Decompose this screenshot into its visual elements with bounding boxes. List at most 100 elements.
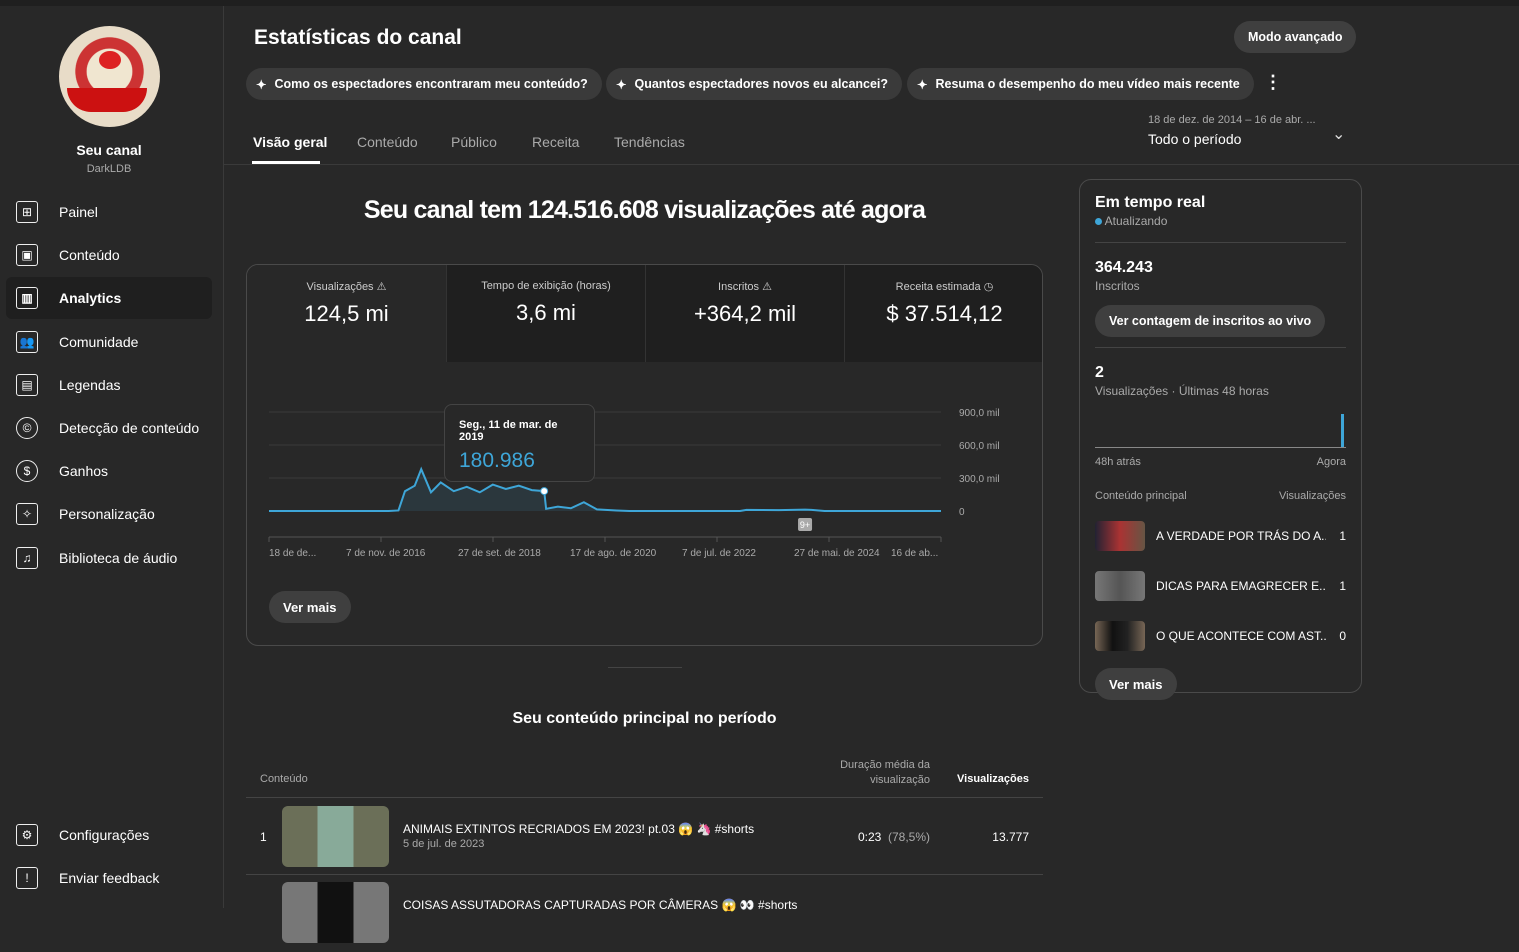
magic-wand-icon: ✧ — [16, 503, 38, 526]
warning-icon: ⚠ — [762, 281, 772, 293]
column-header-duration[interactable]: Duração média da visualização — [830, 758, 930, 788]
video-views: 0 — [1339, 629, 1346, 643]
tab-overview[interactable]: Visão geral — [253, 134, 327, 150]
video-views: 1 — [1339, 579, 1346, 593]
live-subscriber-count-button[interactable]: Ver contagem de inscritos ao vivo — [1095, 305, 1326, 337]
sidebar-item-detec-o-de-conte-do[interactable]: © Detecção de conteúdo — [6, 407, 212, 449]
sidebar-item-ganhos[interactable]: $ Ganhos — [6, 450, 212, 492]
metric-value: 124,5 mi — [304, 301, 389, 326]
realtime-card: Em tempo real Atualizando 364.243 Inscri… — [1079, 179, 1362, 700]
x-tick-label: 16 de ab... — [891, 548, 938, 559]
sparkle-icon: ✦ — [917, 77, 928, 92]
dashboard-icon: ⊞ — [16, 201, 38, 223]
tab-audience[interactable]: Público — [451, 134, 497, 150]
metric-value: 3,6 mi — [516, 300, 576, 325]
video-title: O QUE ACONTECE COM AST... — [1156, 629, 1326, 643]
live-dot-icon — [1095, 218, 1102, 225]
metric-label: Tempo de exibição (horas) — [481, 280, 611, 292]
axis-end-label: Agora — [1316, 456, 1346, 468]
sidebar-item-conte-do[interactable]: ▣ Conteúdo — [6, 234, 212, 276]
y-tick-label: 600,0 mil — [959, 441, 1000, 452]
annotation-badge-label: 9+ — [800, 520, 810, 530]
tab-revenue[interactable]: Receita — [532, 134, 579, 150]
see-more-button[interactable]: Ver mais — [269, 591, 351, 623]
y-tick-label: 0 — [959, 507, 965, 518]
x-tick-label: 17 de ago. de 2020 — [570, 548, 657, 559]
video-thumbnail[interactable] — [282, 882, 389, 943]
views-column-label: Visualizações — [1278, 490, 1346, 502]
tab-trends[interactable]: Tendências — [614, 134, 685, 150]
advanced-mode-button[interactable]: Modo avançado — [1234, 21, 1357, 53]
table-row[interactable]: 1 ANIMAIS EXTINTOS RECRIADOS EM 2023! pt… — [246, 799, 1043, 875]
x-tick-label: 27 de set. de 2018 — [458, 548, 541, 559]
column-header-views[interactable]: Visualizações — [957, 773, 1029, 785]
ask-chip-3[interactable]: ✦ Resuma o desempenho do meu vídeo mais r… — [907, 68, 1254, 100]
sidebar-item-label: Detecção de conteúdo — [59, 420, 200, 436]
date-range-dates: 18 de dez. de 2014 – 16 de abr. ... — [1148, 114, 1316, 126]
warning-icon: ⚠ — [376, 281, 387, 293]
sidebar-item-label: Conteúdo — [59, 247, 120, 264]
sidebar-item-label: Configurações — [59, 827, 150, 843]
realtime-title: Em tempo real — [1095, 194, 1206, 211]
video-title: A VERDADE POR TRÁS DO A... — [1156, 529, 1326, 543]
chip-label: Como os espectadores encontraram meu con… — [274, 77, 588, 91]
ask-chip-2[interactable]: ✦ Quantos espectadores novos eu alcancei? — [606, 68, 903, 100]
sidebar-item-label: Comunidade — [59, 333, 139, 350]
sidebar-item-biblioteca-de-udio[interactable]: ♫ Biblioteca de áudio — [6, 537, 212, 579]
dollar-icon: $ — [16, 460, 38, 483]
channel-avatar[interactable] — [59, 26, 160, 127]
realtime-bar-chart[interactable] — [1095, 398, 1346, 448]
video-thumbnail[interactable] — [282, 806, 389, 867]
views-chart[interactable]: 900,0 mil 600,0 mil 300,0 mil 0 18 de de... 7… — [247, 395, 1043, 605]
hover-point — [540, 487, 549, 496]
table-row[interactable]: COISAS ASSUTADORAS CAPTURADAS POR CÂMERA… — [246, 876, 1043, 952]
row-rank: 1 — [260, 830, 267, 844]
see-more-button[interactable]: Ver mais — [1095, 668, 1177, 700]
y-tick-label: 900,0 mil — [959, 408, 1000, 419]
tooltip-date: Seg., 11 de mar. de 2019 — [459, 419, 558, 443]
subtitles-icon: ▤ — [16, 373, 38, 396]
sidebar-item-personaliza-o[interactable]: ✧ Personalização — [6, 493, 212, 535]
clock-icon: ◷ — [983, 281, 994, 293]
realtime-bar — [1341, 414, 1344, 447]
video-thumbnail — [1095, 571, 1145, 601]
table-header: Conteúdo Duração média da visualização V… — [246, 746, 1043, 798]
divider — [608, 667, 682, 668]
metric-label: Receita estimada — [895, 281, 981, 293]
tab-content[interactable]: Conteúdo — [357, 134, 418, 150]
sidebar-item-legendas[interactable]: ▤ Legendas — [6, 364, 212, 406]
top-content-title: Seu conteúdo principal no período — [512, 710, 777, 727]
metric-watch-time[interactable]: Tempo de exibição (horas) 3,6 mi — [446, 265, 645, 362]
sidebar-item-analytics[interactable]: ▥ Analytics — [6, 277, 212, 320]
top-content-item[interactable]: O QUE ACONTECE COM AST... 0 — [1095, 618, 1346, 654]
sidebar-item-comunidade[interactable]: 👥 Comunidade — [6, 321, 212, 363]
sidebar-item-label: Painel — [59, 204, 98, 220]
top-content-item[interactable]: A VERDADE POR TRÁS DO A... 1 — [1095, 518, 1346, 554]
metric-revenue[interactable]: Receita estimada ◷ $ 37.514,12 — [844, 265, 1042, 362]
series-line — [269, 466, 941, 512]
metric-views[interactable]: Visualizações ⚠ 124,5 mi — [247, 265, 446, 362]
ask-chip-1[interactable]: ✦ Como os espectadores encontraram meu co… — [246, 68, 602, 100]
series-area — [269, 469, 941, 511]
metric-subscribers[interactable]: Inscritos ⚠ +364,2 mil — [645, 265, 844, 362]
sparkle-icon: ✦ — [616, 77, 627, 92]
metric-label: Visualizações — [306, 281, 374, 293]
video-views: 13.777 — [992, 830, 1029, 844]
sidebar-item-painel[interactable]: ⊞ Painel — [6, 191, 212, 233]
video-title[interactable]: COISAS ASSUTADORAS CAPTURADAS POR CÂMERA… — [403, 898, 797, 912]
sidebar-item-configura-es[interactable]: ⚙ Configurações — [6, 814, 212, 856]
metric-value: +364,2 mil — [693, 301, 797, 326]
chip-label: Quantos espectadores novos eu alcancei? — [634, 77, 889, 91]
top-content-item[interactable]: DICAS PARA EMAGRECER E... 1 — [1095, 568, 1346, 604]
sidebar-item-label: Personalização — [59, 506, 155, 523]
more-options-icon[interactable]: ⋮ — [1264, 72, 1282, 93]
subscriber-count: 364.243 — [1095, 259, 1153, 276]
video-title: DICAS PARA EMAGRECER E... — [1156, 579, 1326, 593]
sidebar: Seu canal DarkLDB ⊞ Painel ▣ Conteúdo ▥ Analy… — [0, 6, 224, 908]
sidebar-item-enviar-feedback[interactable]: ! Enviar feedback — [6, 857, 212, 899]
chip-label: Resuma o desempenho do meu vídeo mais re… — [935, 77, 1240, 91]
audio-library-icon: ♫ — [16, 546, 38, 569]
top-content-label: Conteúdo principal — [1095, 490, 1187, 502]
video-title[interactable]: ANIMAIS EXTINTOS RECRIADOS EM 2023! pt.0… — [403, 822, 754, 836]
community-icon: 👥 — [16, 330, 38, 353]
